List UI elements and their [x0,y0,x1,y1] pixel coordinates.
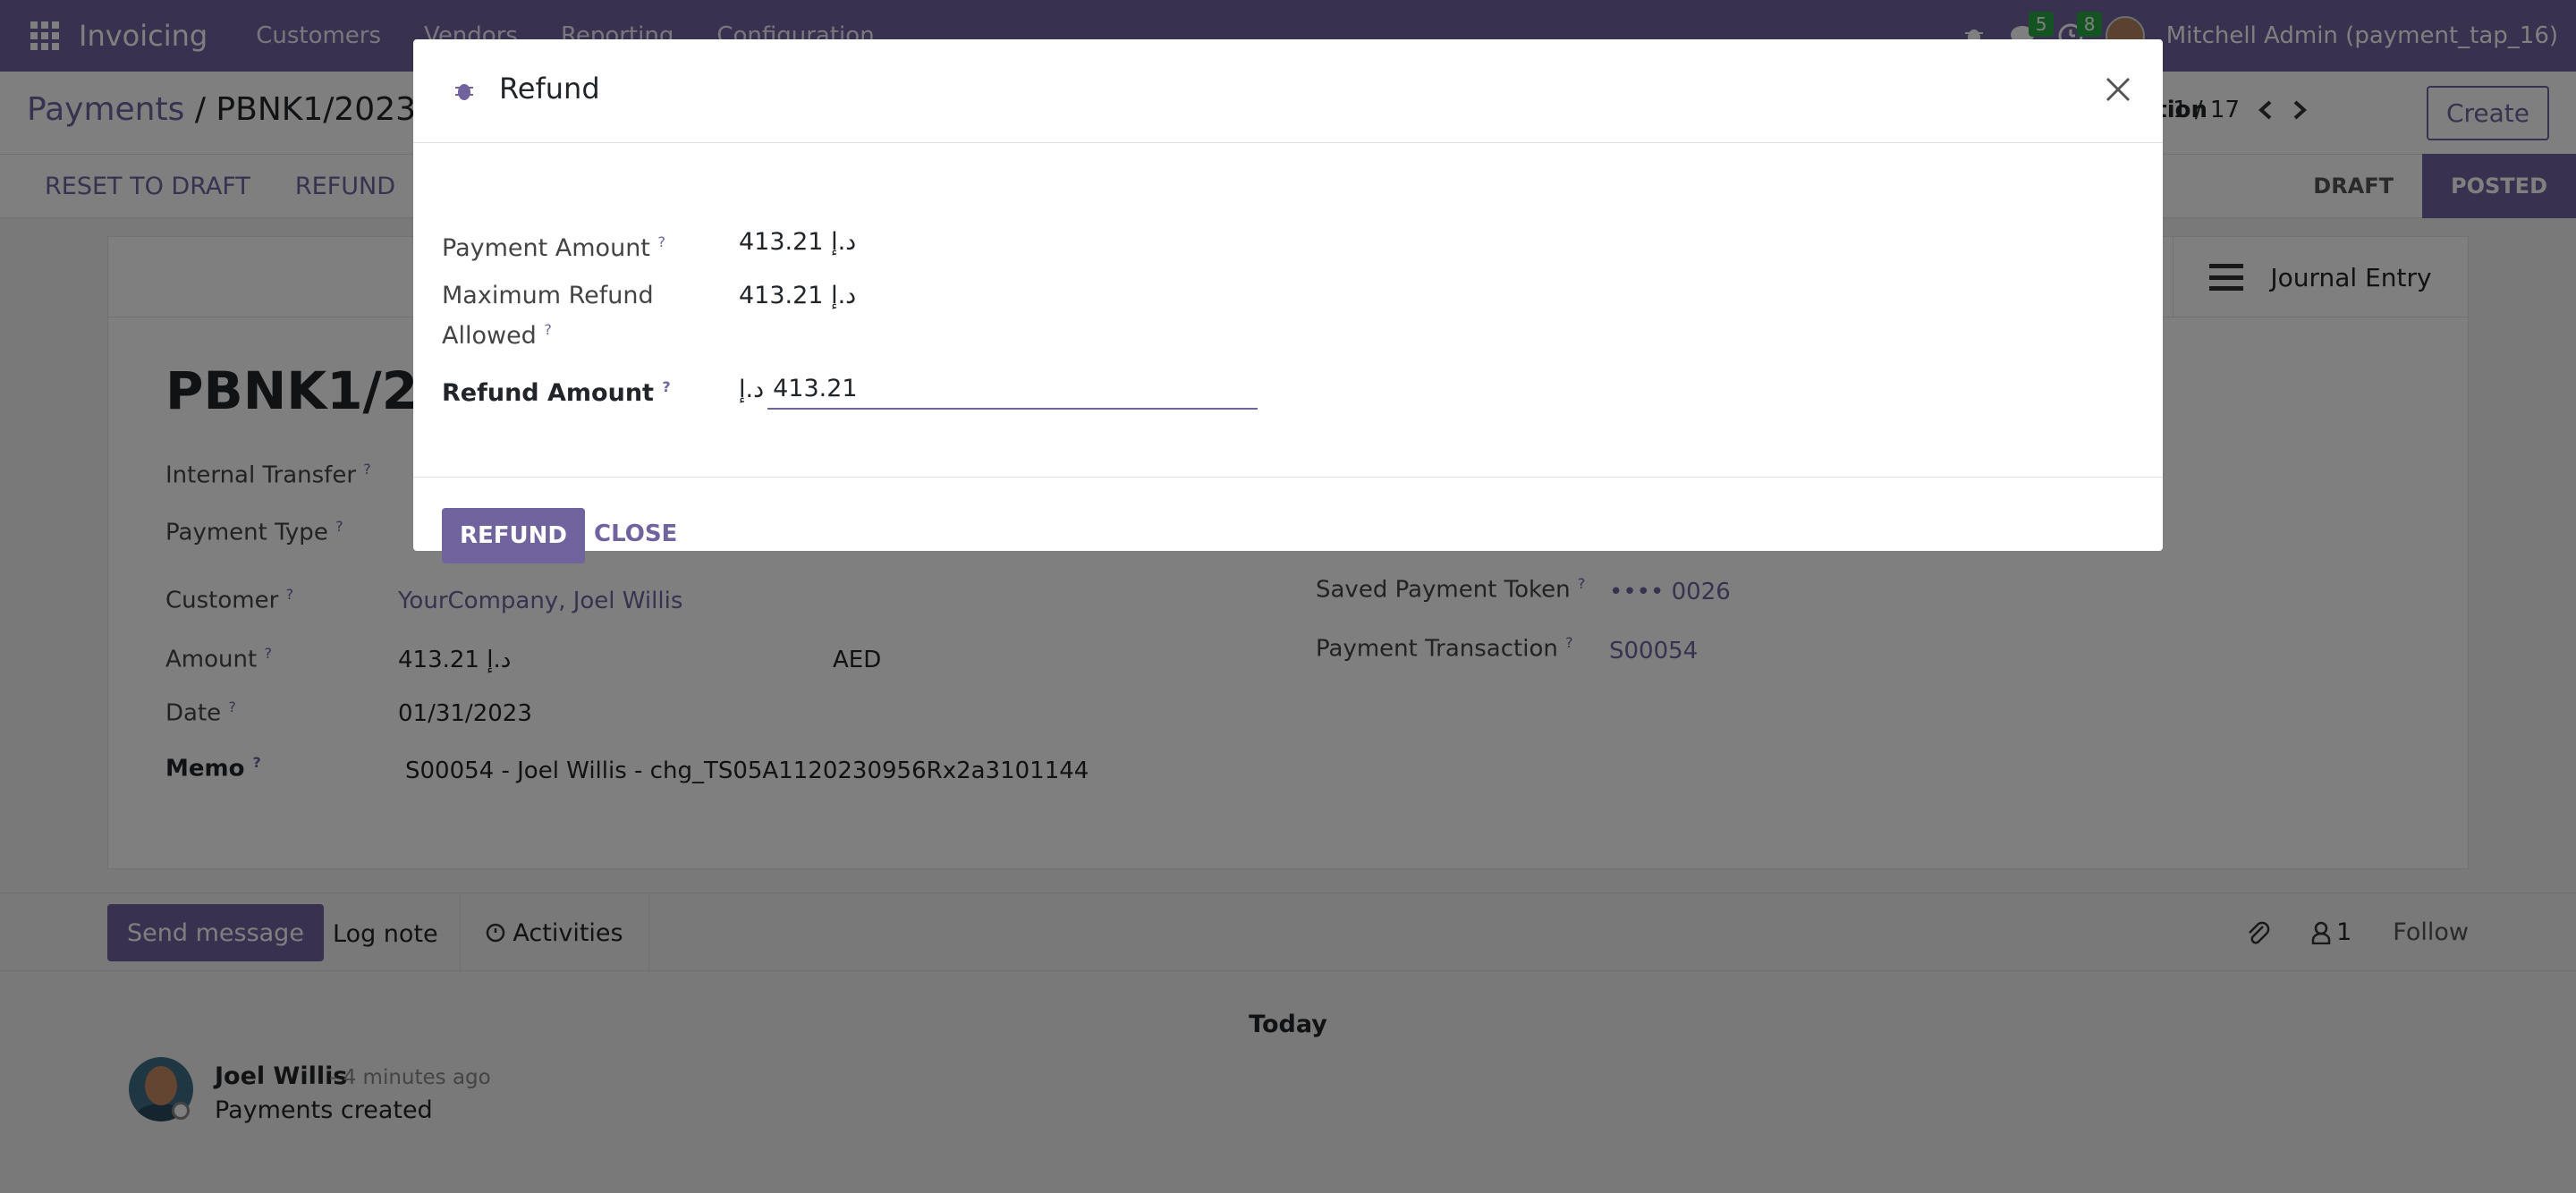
modal-header: Refund [413,39,2163,143]
close-button[interactable]: CLOSE [594,520,677,547]
refund-amount-input[interactable] [767,368,1258,410]
max-refund-label: Maximum Refund Allowed ? [442,282,654,350]
modal-body: Payment Amount ? 413.21 د.إ Maximum Refu… [413,143,2163,478]
refund-confirm-button[interactable]: REFUND [442,508,585,563]
currency-symbol: د.إ [739,375,765,403]
payment-amount-label: Payment Amount ? [442,233,665,262]
max-refund-value: 413.21 د.إ [739,282,857,309]
close-icon[interactable] [2100,72,2136,107]
refund-amount-field: د.إ [739,368,1258,410]
refund-dialog: Refund Payment Amount ? 413.21 د.إ Maxim… [413,39,2163,563]
refund-amount-label: Refund Amount ? [442,378,671,407]
payment-amount-value: 413.21 د.إ [739,228,857,256]
modal-title: Refund [499,72,600,106]
modal-footer: REFUND CLOSE [413,478,2163,563]
debug-bug-icon[interactable] [451,77,478,104]
